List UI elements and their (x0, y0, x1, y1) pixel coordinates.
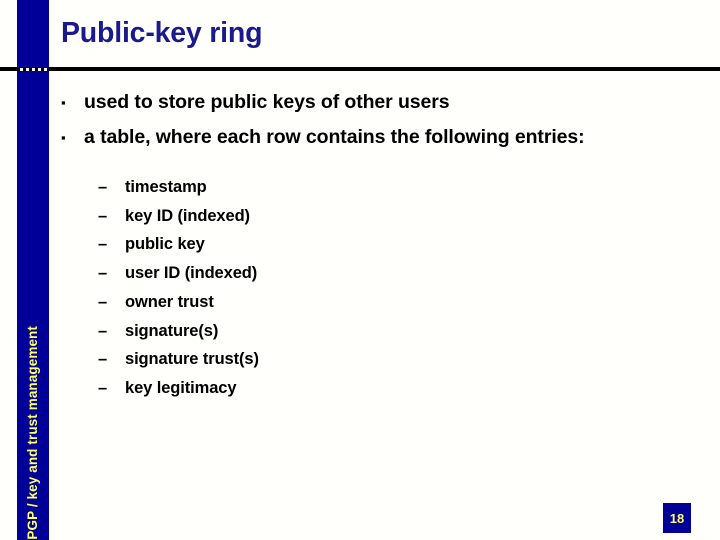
list-item-label: signature trust(s) (125, 350, 259, 369)
list-item: – owner trust (98, 288, 661, 317)
list-item: – user ID (indexed) (98, 259, 661, 288)
dash-bullet-icon: – (98, 292, 108, 311)
bullet-text: used to store public keys of other users (84, 91, 450, 113)
slide-content: ▪ used to store public keys of other use… (61, 86, 661, 403)
list-item: – signature(s) (98, 317, 661, 346)
list-item-label: owner trust (125, 292, 214, 311)
list-item: – public key (98, 230, 661, 259)
list-item: – timestamp (98, 173, 661, 202)
dash-bullet-icon: – (98, 321, 108, 340)
bullet-text: a table, where each row contains the fol… (84, 126, 585, 148)
dash-bullet-icon: – (98, 264, 108, 283)
dash-bullet-icon: – (98, 350, 108, 369)
list-item-label: key ID (indexed) (125, 206, 250, 225)
list-item: – signature trust(s) (98, 345, 661, 374)
list-item: – key legitimacy (98, 374, 661, 403)
list-item-label: user ID (indexed) (125, 264, 258, 283)
square-bullet-icon: ▪ (61, 130, 66, 145)
dash-bullet-icon: – (98, 178, 108, 196)
dash-bullet-icon: – (98, 378, 108, 397)
list-item-label: signature(s) (125, 321, 219, 340)
page-title: Public-key ring (61, 17, 263, 49)
square-bullet-icon: ▪ (61, 95, 66, 110)
bullet-item: ▪ used to store public keys of other use… (61, 86, 661, 119)
slide-canvas: PGP / key and trust management Public-ke… (0, 0, 720, 540)
title-divider-rule (0, 67, 720, 71)
dash-bullet-icon: – (98, 206, 108, 225)
page-number-badge: 18 (663, 503, 691, 533)
list-item: – key ID (indexed) (98, 202, 661, 231)
divider-dash-overlay (20, 68, 47, 71)
list-item-label: timestamp (125, 178, 207, 196)
sub-bullet-list: – timestamp – key ID (indexed) – public … (98, 173, 661, 403)
bullet-item: ▪ a table, where each row contains the f… (61, 121, 661, 154)
list-item-label: public key (125, 235, 205, 254)
dash-bullet-icon: – (98, 235, 108, 254)
sidebar-blue-band (17, 0, 49, 540)
list-item-label: key legitimacy (125, 378, 237, 397)
